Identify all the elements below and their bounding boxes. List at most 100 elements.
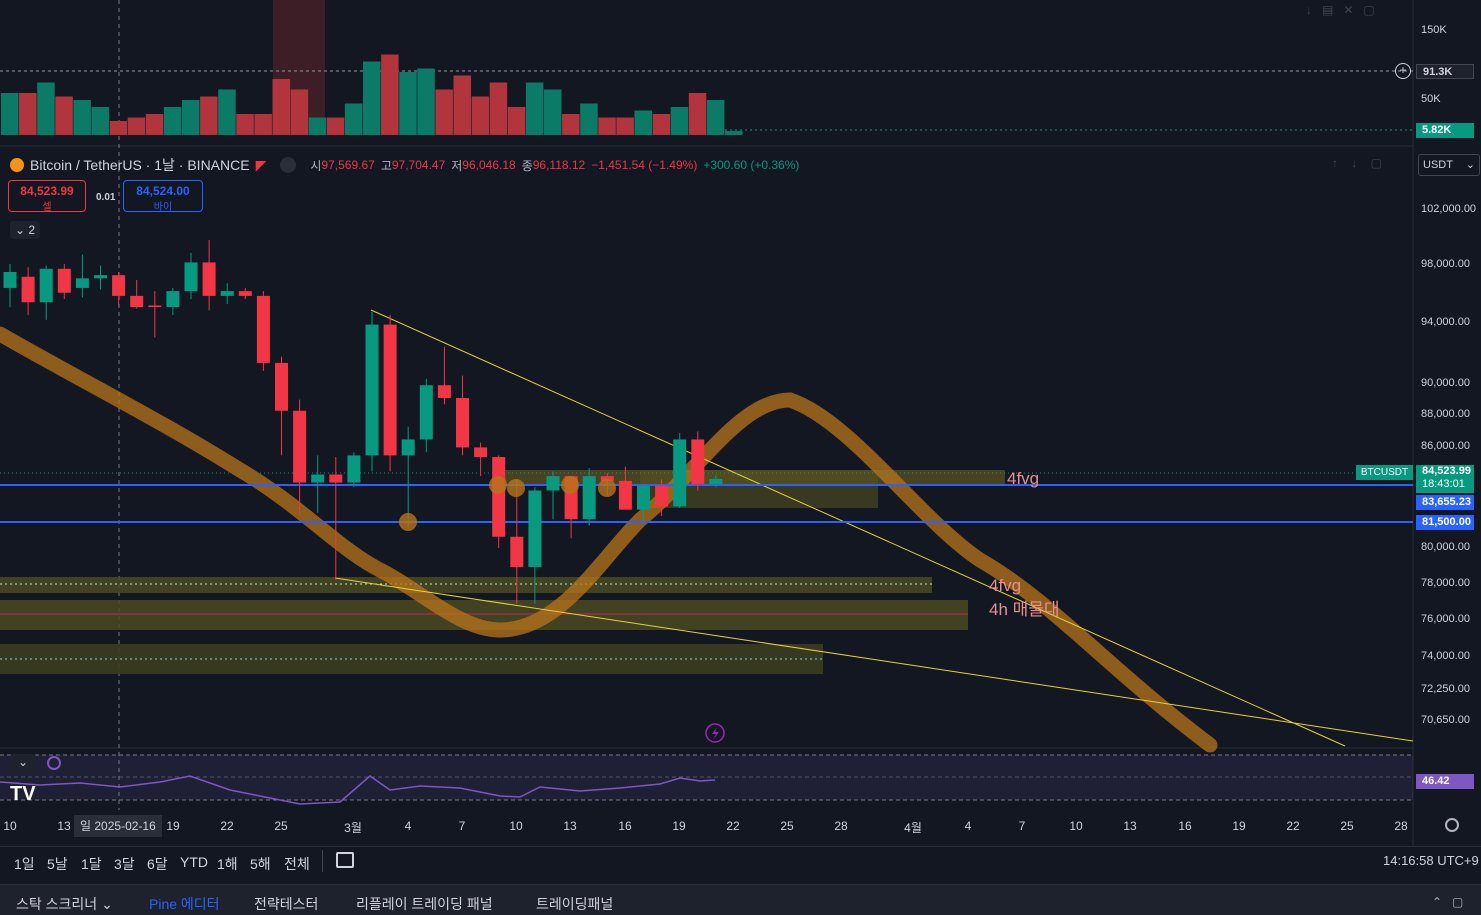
panel-tab-screener[interactable]: 스탁 스크리너 ⌄ (16, 894, 113, 914)
bar-countdown: 18:43:01 (1422, 478, 1465, 490)
buy-button[interactable]: 84,524.00 바이 (123, 180, 203, 213)
change-value: −1,451.54 (−1.49%) (591, 158, 698, 172)
x-axis-tick: 25 (1340, 819, 1354, 833)
timeframe-ytd[interactable]: YTD (180, 854, 208, 870)
buy-price: 84,524.00 (136, 184, 190, 198)
x-axis-tick: 28 (1394, 819, 1408, 833)
divider (322, 850, 323, 872)
volume-bar (471, 96, 490, 135)
volume-bar (363, 61, 381, 135)
currency-select-value: USDT (1423, 159, 1453, 171)
price-axis-label: 86,000.00 (1421, 440, 1470, 452)
chevron-down-icon[interactable]: ⌄ (10, 754, 36, 772)
volume-bar (254, 114, 272, 135)
volume-bar (127, 117, 146, 135)
timeframe-1y[interactable]: 1해 (217, 854, 238, 874)
price-axis-label: 74,000.00 (1421, 650, 1470, 662)
timeframe-5y[interactable]: 5해 (250, 854, 271, 874)
candle-body (709, 478, 723, 485)
x-axis-tick: 7 (458, 819, 466, 833)
date-range-icon[interactable] (336, 852, 354, 868)
x-axis-tick: 4 (404, 819, 412, 833)
crosshair-date-tag: 일 2025-02-16 (74, 815, 162, 837)
timeframe-1d[interactable]: 1일 (14, 854, 35, 874)
panel-tab-pine[interactable]: Pine 에디터 (149, 894, 220, 914)
x-axis-tick: 10 (3, 819, 17, 833)
volume-bar (326, 117, 345, 135)
symbol-legend[interactable]: Bitcoin / TetherUS · 1날 · BINANCE ◤ 시 97,… (10, 156, 799, 174)
timeframe-all[interactable]: 전체 (284, 854, 310, 874)
x-axis-tick: 16 (1178, 819, 1192, 833)
price-axis-label: 102,000.00 (1421, 203, 1477, 215)
sell-button[interactable]: 84,523.99 셀 (8, 180, 86, 213)
candle-body (220, 291, 234, 296)
chevron-down-icon: ⌄ (101, 896, 113, 912)
timeframe-1m[interactable]: 1달 (81, 854, 102, 874)
x-axis-tick: 19 (1232, 819, 1246, 833)
candle-body (528, 490, 542, 568)
timeframe-5d[interactable]: 5날 (47, 854, 68, 874)
sell-price: 84,523.99 (20, 184, 74, 198)
candle-body (39, 268, 53, 303)
volume-bar (308, 117, 327, 135)
x-axis-tick: 25 (274, 819, 288, 833)
x-axis-tick: 22 (1286, 819, 1300, 833)
collapse-indicators-button[interactable]: ⌄ 2 (10, 221, 40, 239)
refresh-icon[interactable] (47, 756, 61, 770)
x-axis-tick: 28 (834, 819, 848, 833)
volume-bar (109, 121, 128, 135)
volume-axis-label: 150K (1421, 24, 1447, 36)
open-value: 97,569.67 (321, 158, 375, 172)
x-axis-tick: 22 (220, 819, 234, 833)
volume-axis-label: 50K (1421, 93, 1441, 105)
timeframe-3m[interactable]: 3달 (114, 854, 135, 874)
volume-bar (507, 107, 526, 135)
price-chart[interactable]: TV (0, 0, 1481, 914)
price-axis-label: 72,250.00 (1421, 683, 1470, 695)
level-tag-81500: 81,500.00 (1416, 515, 1474, 530)
panel-tab-replay[interactable]: 리플레이 트레이딩 패널 (356, 894, 493, 914)
chevron-down-icon: ⌄ (1465, 159, 1475, 171)
candle-body (582, 476, 596, 520)
volume-bar (562, 114, 580, 135)
close-label: 종 (521, 158, 533, 173)
x-axis-tick: 7 (1018, 819, 1026, 833)
flag-icon[interactable]: ◤ (256, 157, 267, 174)
low-label: 저 (451, 158, 463, 173)
panel-tab-label: Pine 에디터 (149, 896, 220, 912)
collapse-count: 2 (28, 223, 36, 237)
open-label: 시 (310, 158, 322, 173)
eye-icon[interactable] (280, 157, 297, 173)
volume-bar (55, 96, 73, 135)
chevron-down-icon: ⌄ (14, 223, 26, 237)
volume-bar (73, 100, 91, 135)
plus-icon[interactable]: + (1395, 63, 1411, 79)
level-tag-83655: 83,655.23 (1416, 495, 1474, 510)
tradingview-logo: TV (10, 783, 36, 805)
pane-toolbar-2[interactable]: ↑ ↓ ▢ (1332, 156, 1382, 170)
candle-body (329, 474, 343, 483)
x-axis-tick: 13 (57, 819, 71, 833)
currency-select[interactable]: USDT ⌄ (1418, 154, 1480, 176)
price-axis-label: 70,650.00 (1421, 714, 1470, 726)
timeframe-6m[interactable]: 6달 (147, 854, 168, 874)
volume-bar (706, 100, 725, 135)
zone-label-fvg: 4fvg (1007, 469, 1040, 488)
volume-bar (417, 68, 435, 135)
high-label: 고 (380, 158, 392, 173)
pane-toolbar[interactable]: ↓ ▤ ✕ ▢ (1306, 3, 1375, 17)
volume-bar (344, 103, 363, 135)
volume-bar (163, 107, 182, 135)
gear-icon[interactable] (1445, 818, 1459, 832)
volume-bar (544, 89, 562, 135)
symbol-title: Bitcoin / TetherUS · 1날 · BINANCE (30, 157, 250, 173)
x-axis-tick: 25 (780, 819, 794, 833)
volume-bar (290, 89, 309, 135)
zone-label-4h: 4h 매물대 (989, 600, 1060, 619)
panel-tab-strategy[interactable]: 전략테스터 (254, 894, 318, 914)
volume-bar (634, 110, 652, 135)
volume-bar (525, 82, 544, 135)
panel-controls[interactable]: ⌃ ▢ (1432, 895, 1463, 909)
volume-bar (182, 100, 200, 135)
panel-tab-trading[interactable]: 트레이딩패널 (536, 894, 613, 914)
